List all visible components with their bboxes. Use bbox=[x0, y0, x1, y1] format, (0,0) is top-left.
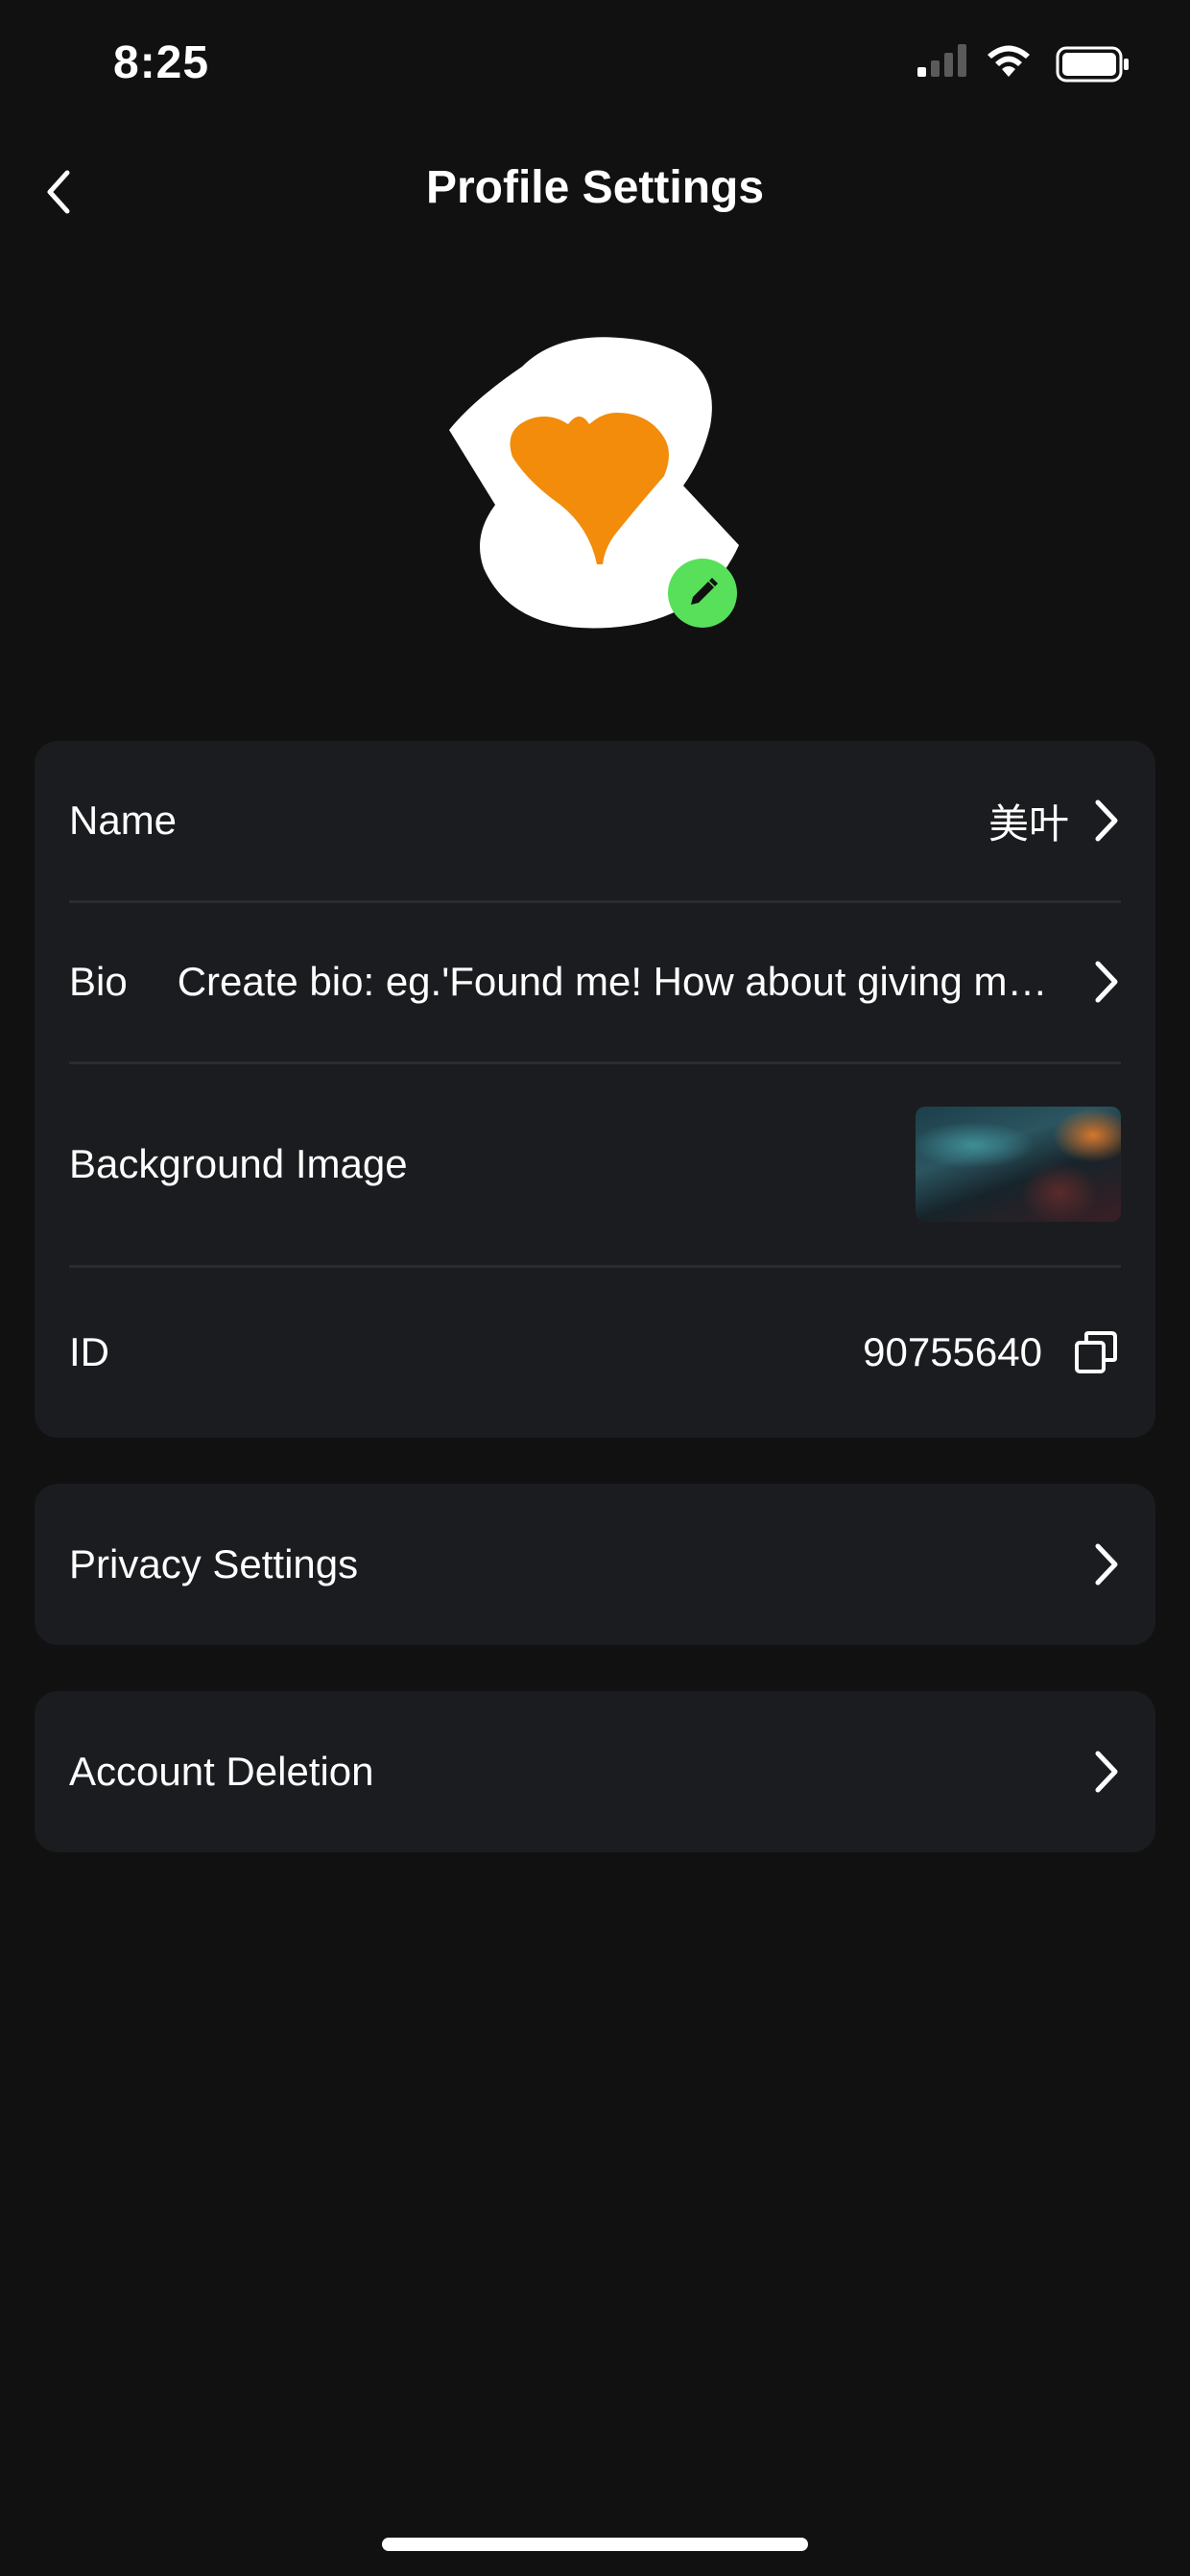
battery-icon bbox=[1056, 46, 1129, 83]
name-value: 美叶 bbox=[988, 800, 1069, 847]
chevron-right-icon bbox=[1095, 1751, 1118, 1793]
edit-avatar-button[interactable] bbox=[668, 559, 737, 628]
account-deletion-row[interactable]: Account Deletion bbox=[69, 1691, 1121, 1852]
status-bar: 8:25 bbox=[0, 0, 1190, 134]
background-image-label: Background Image bbox=[69, 1141, 408, 1186]
bio-label: Bio bbox=[69, 959, 128, 1004]
bio-row[interactable]: Bio Create bio: eg.'Found me! How about … bbox=[69, 902, 1121, 1061]
home-indicator[interactable] bbox=[382, 2538, 808, 2551]
bio-value: Create bio: eg.'Found me! How about givi… bbox=[177, 959, 1069, 1004]
name-row[interactable]: Name 美叶 bbox=[69, 741, 1121, 900]
avatar[interactable] bbox=[445, 332, 752, 639]
chevron-right-icon bbox=[1095, 961, 1118, 1003]
profile-card: Name 美叶 Bio Create bio: eg.'Found me! Ho… bbox=[35, 741, 1155, 1438]
privacy-settings-card: Privacy Settings bbox=[35, 1484, 1155, 1645]
background-image-thumbnail[interactable] bbox=[916, 1107, 1121, 1222]
id-label: ID bbox=[69, 1329, 109, 1374]
id-row: ID 90755640 bbox=[69, 1267, 1121, 1438]
privacy-settings-label: Privacy Settings bbox=[69, 1541, 359, 1586]
wifi-icon bbox=[988, 45, 1030, 77]
nav-bar: Profile Settings bbox=[0, 134, 1190, 250]
copy-id-button[interactable] bbox=[1071, 1327, 1121, 1377]
signal-icon bbox=[917, 44, 966, 77]
page-title: Profile Settings bbox=[425, 162, 765, 213]
status-time: 8:25 bbox=[113, 37, 210, 88]
status-icons bbox=[902, 0, 1190, 134]
account-deletion-card: Account Deletion bbox=[35, 1691, 1155, 1852]
name-label: Name bbox=[69, 798, 178, 843]
copy-icon bbox=[1075, 1331, 1117, 1373]
background-image-row[interactable]: Background Image bbox=[69, 1063, 1121, 1265]
privacy-settings-row[interactable]: Privacy Settings bbox=[69, 1484, 1121, 1645]
chevron-right-icon bbox=[1095, 1543, 1118, 1586]
id-value: 90755640 bbox=[863, 1329, 1042, 1374]
account-deletion-label: Account Deletion bbox=[69, 1749, 374, 1794]
chevron-right-icon bbox=[1095, 799, 1118, 842]
pencil-icon bbox=[691, 578, 718, 605]
